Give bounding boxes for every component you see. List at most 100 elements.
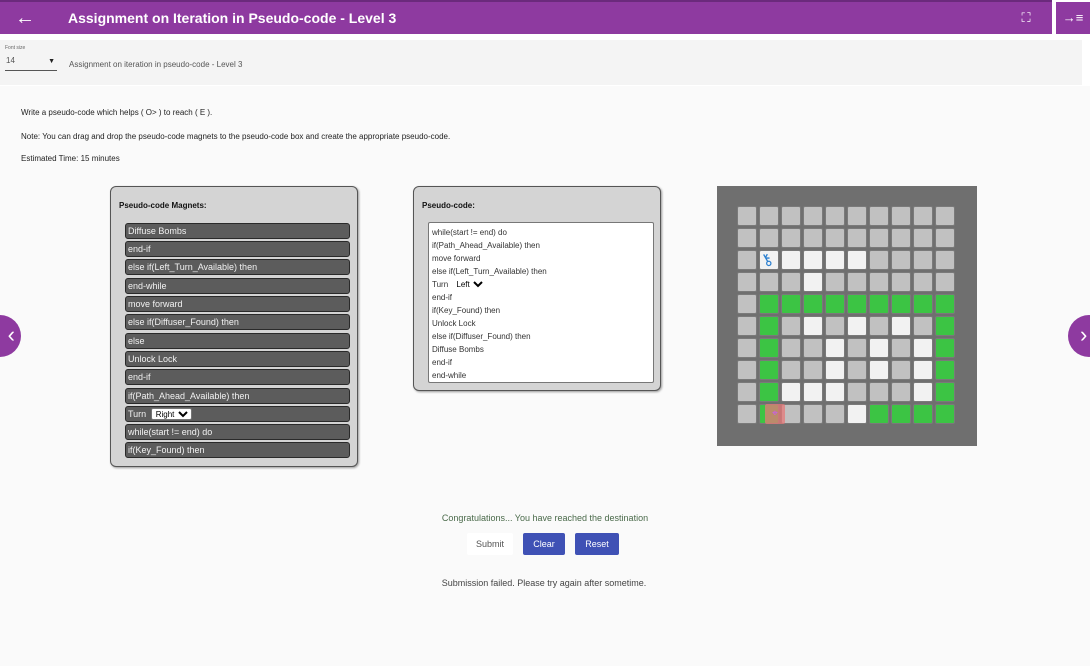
magnet-if-key-found[interactable]: if(Key_Found) then <box>125 442 350 458</box>
pseudo-code-header: Pseudo-code: <box>422 201 475 210</box>
code-line[interactable]: else if(Diffuser_Found) then <box>429 330 653 343</box>
fullscreen-icon[interactable]: ⛶ <box>1018 10 1034 26</box>
maze-cell <box>913 294 933 314</box>
maze-cell <box>825 338 845 358</box>
maze-cell <box>781 206 801 226</box>
chevron-right-icon[interactable]: › <box>1068 315 1090 357</box>
code-line[interactable]: else if(Left_Turn_Available) then <box>429 265 653 278</box>
code-line[interactable]: if(Path_Ahead_Available) then <box>429 239 653 252</box>
maze-cell <box>847 294 867 314</box>
submit-button[interactable]: Submit <box>467 533 513 555</box>
maze-cell <box>781 382 801 402</box>
maze-cell <box>825 294 845 314</box>
maze-grid: ⚷ ⌖ <box>717 186 977 446</box>
maze-cell <box>935 338 955 358</box>
arrow-left-icon[interactable]: ← <box>14 7 36 29</box>
maze-cell <box>935 382 955 402</box>
maze-cell <box>737 272 757 292</box>
code-line[interactable]: while(start != end) do <box>429 226 653 239</box>
code-line-turn[interactable]: Turn Left <box>429 278 653 291</box>
magnet-end-if[interactable]: end-if <box>125 241 350 257</box>
code-line[interactable]: end-if <box>429 356 653 369</box>
maze-cell <box>869 228 889 248</box>
maze-cell <box>913 206 933 226</box>
maze-cell <box>847 338 867 358</box>
maze-cell <box>759 382 779 402</box>
maze-cell <box>737 382 757 402</box>
maze-cell <box>891 382 911 402</box>
note-text: Note: You can drag and drop the pseudo-c… <box>21 132 451 141</box>
maze-cell <box>891 294 911 314</box>
maze-cell <box>737 228 757 248</box>
maze-cell <box>913 228 933 248</box>
maze-cell <box>891 272 911 292</box>
code-line[interactable]: Diffuse Bombs <box>429 343 653 356</box>
collapse-panel-icon[interactable]: →≡ <box>1056 2 1090 34</box>
magnet-if-path-ahead[interactable]: if(Path_Ahead_Available) then <box>125 388 350 404</box>
code-line[interactable]: end-while <box>429 369 653 382</box>
maze-cell <box>803 316 823 336</box>
code-line[interactable]: end-if <box>429 291 653 304</box>
submission-failed-message: Submission failed. Please try again afte… <box>441 578 647 588</box>
maze-cell <box>759 272 779 292</box>
maze-cell <box>825 382 845 402</box>
caret-down-icon: ▼ <box>48 58 55 65</box>
magnet-else[interactable]: else <box>125 333 350 349</box>
maze-cell <box>891 250 911 270</box>
maze-cell <box>847 382 867 402</box>
maze-cell <box>803 338 823 358</box>
code-turn-direction-select[interactable]: Left <box>452 279 487 290</box>
font-size-select[interactable]: 14 ▼ <box>5 56 57 71</box>
pseudo-code-panel: Pseudo-code: while(start != end) do if(P… <box>413 186 661 391</box>
chevron-left-icon[interactable]: ‹ <box>0 315 21 357</box>
congrats-message: Congratulations... You have reached the … <box>441 513 649 523</box>
maze-cell <box>935 360 955 380</box>
maze-cell <box>737 404 757 424</box>
magnet-end-while[interactable]: end-while <box>125 278 350 294</box>
maze-cell <box>847 404 867 424</box>
maze-cell <box>781 272 801 292</box>
maze-cell <box>737 250 757 270</box>
maze-cell <box>847 272 867 292</box>
maze-cell <box>935 316 955 336</box>
magnet-diffuse-bombs[interactable]: Diffuse Bombs <box>125 223 350 239</box>
magnet-else-if-diffuser[interactable]: else if(Diffuser_Found) then <box>125 314 350 330</box>
magnet-unlock-lock[interactable]: Unlock Lock <box>125 351 350 367</box>
maze-cell <box>803 250 823 270</box>
magnet-turn[interactable]: Turn Right <box>125 406 350 422</box>
maze-cell <box>737 316 757 336</box>
code-turn-label: Turn <box>432 280 449 289</box>
maze-cell <box>913 272 933 292</box>
maze-cell <box>847 316 867 336</box>
maze-cell <box>847 250 867 270</box>
maze-cell <box>869 206 889 226</box>
magnet-else-if-left-turn[interactable]: else if(Left_Turn_Available) then <box>125 259 350 275</box>
maze-cell <box>869 338 889 358</box>
code-line[interactable]: if(Key_Found) then <box>429 304 653 317</box>
maze-cell <box>781 228 801 248</box>
maze-cell <box>825 360 845 380</box>
magnet-end-if-2[interactable]: end-if <box>125 369 350 385</box>
maze-cell <box>781 360 801 380</box>
maze-cell <box>803 294 823 314</box>
maze-cell <box>869 404 889 424</box>
magnet-while-loop[interactable]: while(start != end) do <box>125 424 350 440</box>
maze-cell <box>825 404 845 424</box>
maze-cell <box>869 294 889 314</box>
magnet-move-forward[interactable]: move forward <box>125 296 350 312</box>
code-line[interactable]: move forward <box>429 252 653 265</box>
code-line[interactable]: Unlock Lock <box>429 317 653 330</box>
maze-cell <box>891 228 911 248</box>
pseudo-code-box[interactable]: while(start != end) do if(Path_Ahead_Ava… <box>428 222 654 383</box>
turn-direction-select[interactable]: Right <box>150 408 192 420</box>
maze-cell <box>913 382 933 402</box>
maze-cell <box>913 360 933 380</box>
maze-cell <box>891 404 911 424</box>
clear-button[interactable]: Clear <box>523 533 565 555</box>
toolbar-title: Assignment on iteration in pseudo-code -… <box>69 60 243 69</box>
reset-button[interactable]: Reset <box>575 533 619 555</box>
maze-cell <box>803 360 823 380</box>
estimated-time: Estimated Time: 15 minutes <box>21 154 120 163</box>
maze-cell <box>869 360 889 380</box>
maze-cell <box>847 206 867 226</box>
